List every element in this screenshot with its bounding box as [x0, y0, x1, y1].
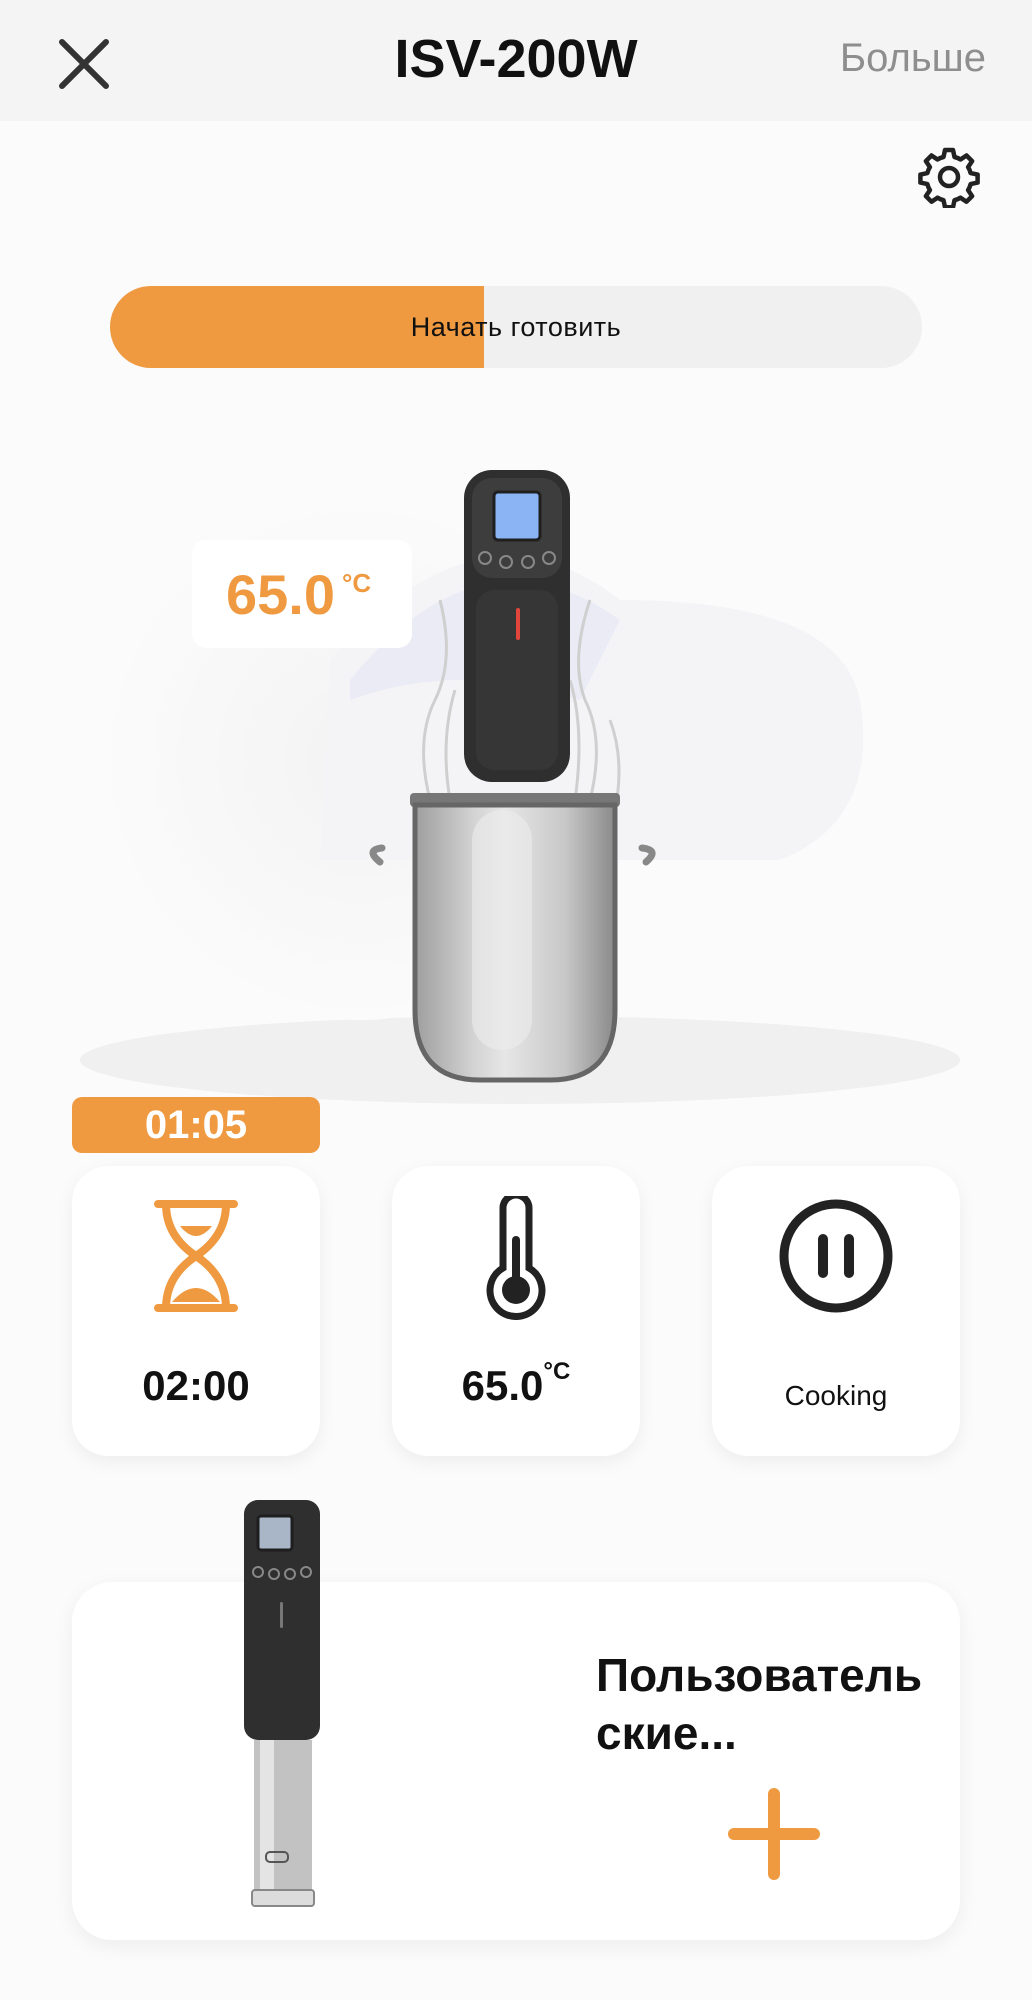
- custom-programs-title-line2: ские...: [596, 1707, 737, 1759]
- target-temperature-value: 65.0: [461, 1362, 544, 1409]
- hourglass-icon: [154, 1200, 238, 1312]
- current-temperature-value: 65.0: [226, 563, 335, 626]
- time-value: 02:00: [142, 1362, 250, 1409]
- status-tile[interactable]: Cooking: [712, 1166, 960, 1456]
- more-button[interactable]: Больше: [840, 36, 986, 81]
- temperature-tile[interactable]: 65.0°C: [392, 1166, 640, 1456]
- top-bar: ISV-200W Больше: [0, 0, 1032, 121]
- custom-programs-card[interactable]: Пользователь ские...: [72, 1582, 960, 1940]
- settings-button[interactable]: [918, 146, 980, 210]
- custom-programs-title-line1: Пользователь: [596, 1649, 923, 1701]
- status-label: Cooking: [784, 1380, 888, 1411]
- target-temperature-unit: °C: [543, 1358, 571, 1385]
- target-temperature: 65.0°C: [392, 1358, 640, 1410]
- thermometer-icon: [486, 1196, 546, 1320]
- current-temperature-card: 65.0 °C: [192, 540, 412, 648]
- start-cooking-button[interactable]: Начать готовить: [110, 286, 922, 368]
- pause-icon: [779, 1199, 893, 1313]
- time-tile[interactable]: 02:00: [72, 1166, 320, 1456]
- current-temperature-unit: °C: [342, 568, 372, 598]
- custom-programs-title: Пользователь ские...: [596, 1646, 956, 1762]
- add-program-button[interactable]: [726, 1786, 822, 1882]
- device-thumbnail: [244, 1500, 320, 1907]
- elapsed-timer-badge: 01:05: [72, 1097, 320, 1153]
- gear-icon: [918, 147, 980, 210]
- sous-vide-illustration: [80, 470, 960, 1104]
- plus-icon: [728, 1788, 820, 1880]
- sous-vide-device: [464, 470, 570, 782]
- start-cooking-label: Начать готовить: [410, 312, 622, 342]
